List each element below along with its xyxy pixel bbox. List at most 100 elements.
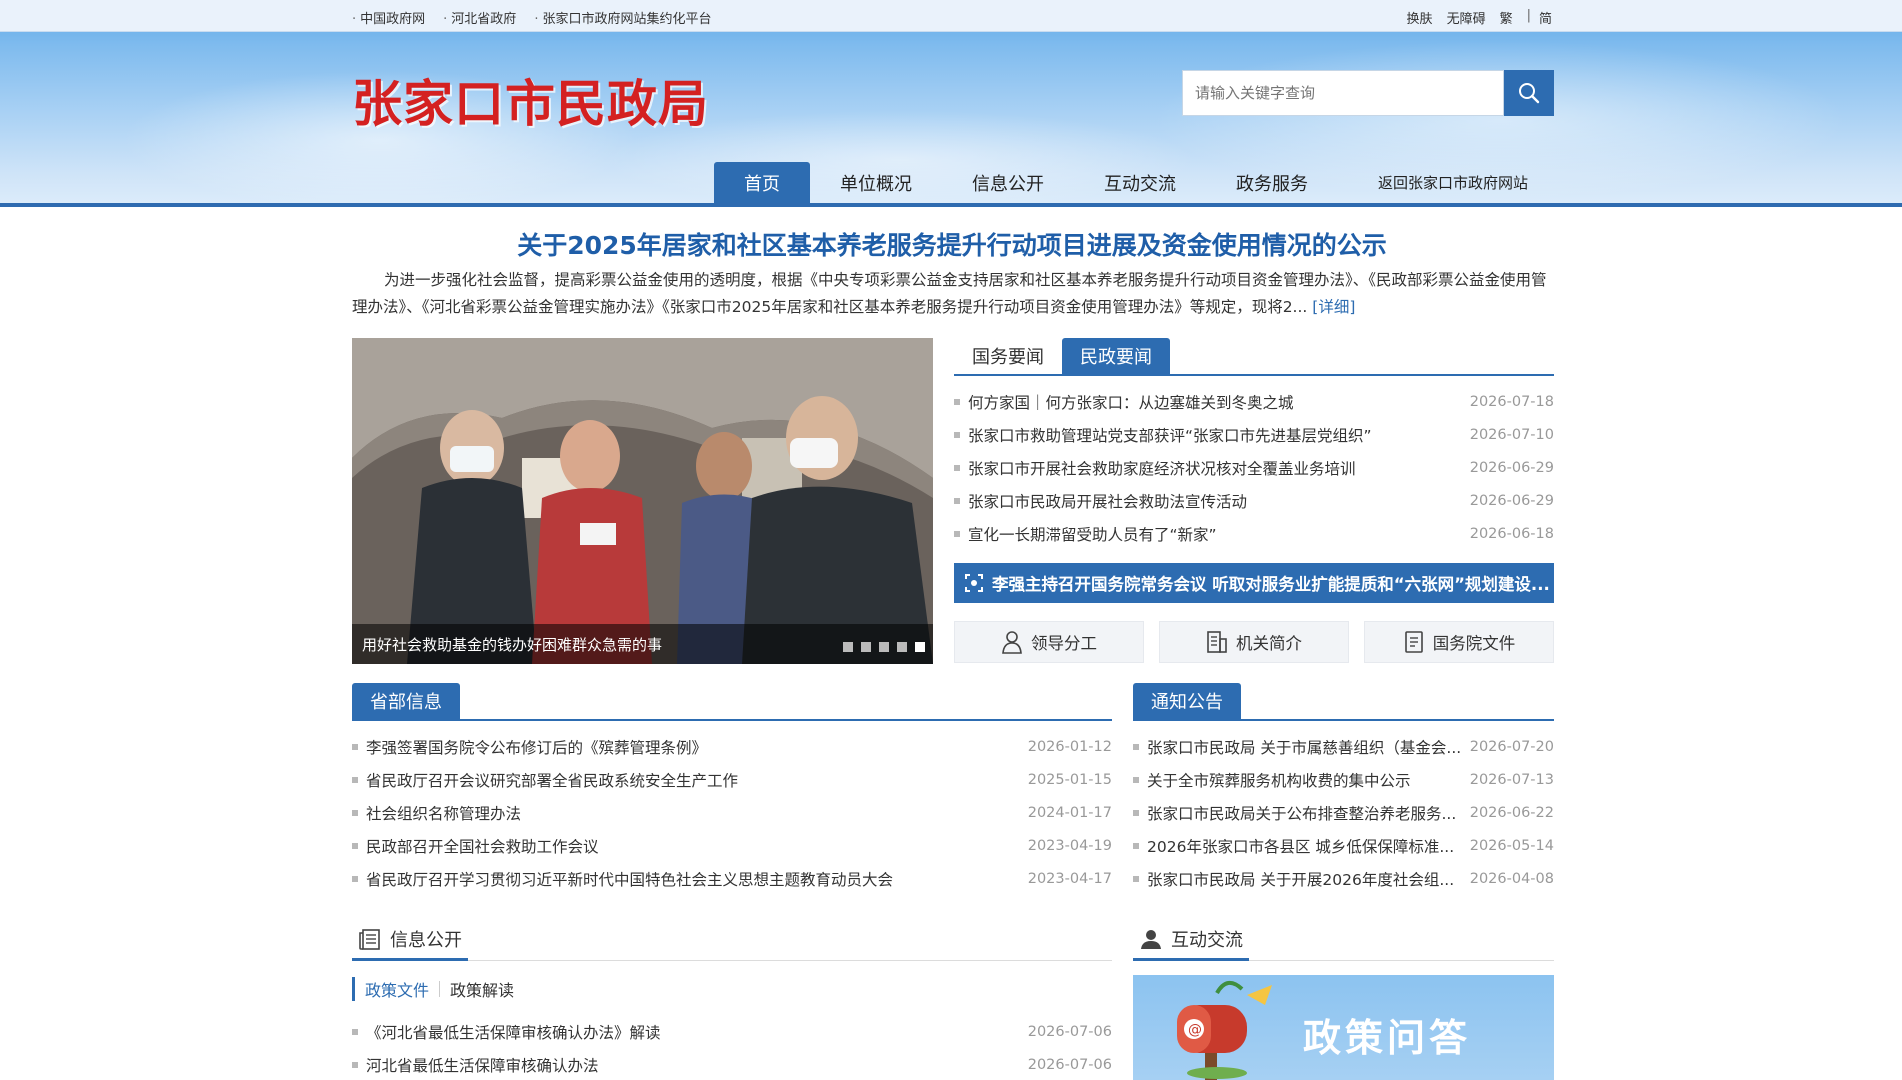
- slider-dot-active[interactable]: [915, 642, 925, 652]
- list-item-date: 2026-06-18: [1469, 525, 1554, 542]
- leadership-division-button[interactable]: 领导分工: [954, 621, 1144, 663]
- list-item[interactable]: 张家口市民政局关于公布排查整治养老服务... 2026-06-22: [1133, 796, 1554, 829]
- provincial-info-list: 李强签署国务院令公布修订后的《殡葬管理条例》 2026-01-12 省民政厅召开会…: [352, 730, 1112, 895]
- nav-gov-services[interactable]: 政务服务: [1206, 162, 1338, 203]
- list-item[interactable]: 张家口市开展社会救助家庭经济状况核对全覆盖业务培训 2026-06-29: [954, 451, 1554, 484]
- list-item-date: 2026-05-14: [1469, 837, 1554, 854]
- slider-dot[interactable]: [843, 642, 853, 652]
- list-item[interactable]: 张家口市民政局开展社会救助法宣传活动 2026-06-29: [954, 484, 1554, 517]
- nav-interaction[interactable]: 互动交流: [1074, 162, 1206, 203]
- simplified-chinese-link[interactable]: 简: [1539, 8, 1552, 27]
- list-item-date: 2026-07-10: [1469, 426, 1554, 443]
- interaction-title[interactable]: 互动交流: [1133, 919, 1249, 961]
- list-item[interactable]: 张家口市救助管理站党支部获评“张家口市先进基层党组织” 2026-07-10: [954, 418, 1554, 451]
- focus-icon: [965, 574, 983, 592]
- list-item[interactable]: 关于全市殡葬服务机构收费的集中公示 2026-07-13: [1133, 763, 1554, 796]
- list-item[interactable]: 宣化一长期滞留受助人员有了“新家” 2026-06-18: [954, 517, 1554, 550]
- list-item-title[interactable]: 省民政厅召开学习贯彻习近平新时代中国特色社会主义思想主题教育动员大会: [352, 868, 893, 890]
- info-open-subtabs: 政策文件 政策解读: [352, 977, 514, 1001]
- list-item-title[interactable]: 省民政厅召开会议研究部署全省民政系统安全生产工作: [352, 769, 738, 791]
- headline-summary-text: 为进一步强化社会监督，提高彩票公益金使用的透明度，根据《中央专项彩票公益金支持居…: [352, 271, 1547, 316]
- list-item-title[interactable]: 李强签署国务院令公布修订后的《殡葬管理条例》: [352, 736, 707, 758]
- tab-state-council-news[interactable]: 国务要闻: [954, 338, 1062, 374]
- interaction-label: 互动交流: [1171, 929, 1243, 951]
- list-item-title[interactable]: 河北省最低生活保障审核确认办法: [352, 1054, 599, 1076]
- list-item-title[interactable]: 民政部召开全国社会救助工作会议: [352, 835, 599, 857]
- list-item[interactable]: 民政部召开全国社会救助工作会议 2023-04-19: [352, 829, 1112, 862]
- accessibility-link[interactable]: 无障碍: [1447, 8, 1486, 27]
- list-item-date: 2026-01-12: [1027, 738, 1112, 755]
- list-item-title[interactable]: 张家口市民政局 关于开展2026年度社会组...: [1133, 868, 1454, 890]
- list-item-date: 2026-06-29: [1469, 459, 1554, 476]
- list-item-title[interactable]: 关于全市殡葬服务机构收费的集中公示: [1133, 769, 1411, 791]
- list-item[interactable]: 何方家国｜何方张家口：从边塞雄关到冬奥之城 2026-07-18: [954, 385, 1554, 418]
- list-item[interactable]: 河北省最低生活保障审核确认办法 2026-07-06: [352, 1048, 1112, 1080]
- link-gov-cn[interactable]: 中国政府网: [352, 8, 425, 27]
- state-council-docs-button[interactable]: 国务院文件: [1364, 621, 1554, 663]
- site-logo[interactable]: 张家口市民政局: [352, 64, 709, 136]
- nav-home[interactable]: 首页: [714, 162, 810, 203]
- notices-title[interactable]: 通知公告: [1133, 683, 1241, 719]
- list-item-title[interactable]: 张家口市民政局关于公布排查整治养老服务...: [1133, 802, 1456, 824]
- agency-intro-button[interactable]: 机关简介: [1159, 621, 1349, 663]
- nav-back-to-city-gov[interactable]: 返回张家口市政府网站: [1338, 162, 1558, 203]
- quick-link-label: 机关简介: [1236, 634, 1302, 653]
- policy-qa-banner[interactable]: @ 政策问答: [1133, 975, 1554, 1080]
- notices-list: 张家口市民政局 关于市属慈善组织（基金会... 2026-07-20 关于全市殡葬…: [1133, 730, 1554, 895]
- top-utility-bar: 中国政府网 河北省政府 张家口市政府网站集约化平台 换肤 无障碍 繁 | 简: [0, 0, 1902, 32]
- list-item[interactable]: 张家口市民政局 关于开展2026年度社会组... 2026-04-08: [1133, 862, 1554, 895]
- skin-link[interactable]: 换肤: [1407, 8, 1433, 27]
- slider-dot[interactable]: [861, 642, 871, 652]
- list-item-title[interactable]: 何方家国｜何方张家口：从边塞雄关到冬奥之城: [954, 391, 1294, 413]
- list-item-date: 2025-01-15: [1027, 771, 1112, 788]
- list-item[interactable]: 2026年张家口市各县区 城乡低保保障标准... 2026-05-14: [1133, 829, 1554, 862]
- list-item-title[interactable]: 张家口市民政局 关于市属慈善组织（基金会...: [1133, 736, 1461, 758]
- list-item-title[interactable]: 张家口市救助管理站党支部获评“张家口市先进基层党组织”: [954, 424, 1372, 446]
- slider-dot[interactable]: [879, 642, 889, 652]
- provincial-info-title[interactable]: 省部信息: [352, 683, 460, 719]
- search-input[interactable]: [1182, 70, 1504, 116]
- featured-banner[interactable]: 李强主持召开国务院常务会议 听取对服务业扩能提质和“六张网”规划建设...: [954, 563, 1554, 603]
- featured-banner-text: 李强主持召开国务院常务会议 听取对服务业扩能提质和“六张网”规划建设...: [992, 575, 1550, 594]
- news-list: 何方家国｜何方张家口：从边塞雄关到冬奥之城 2026-07-18 张家口市救助管理…: [954, 385, 1554, 550]
- list-item[interactable]: 李强签署国务院令公布修订后的《殡葬管理条例》 2026-01-12: [352, 730, 1112, 763]
- traditional-chinese-link[interactable]: 繁: [1500, 8, 1513, 27]
- policy-qa-title: 政策问答: [1303, 1016, 1472, 1060]
- list-item[interactable]: 省民政厅召开学习贯彻习近平新时代中国特色社会主义思想主题教育动员大会 2023-0…: [352, 862, 1112, 895]
- tab-policy-documents[interactable]: 政策文件: [352, 977, 439, 1001]
- search-box: [1182, 70, 1554, 116]
- slider-dot[interactable]: [897, 642, 907, 652]
- list-item[interactable]: 社会组织名称管理办法 2024-01-17: [352, 796, 1112, 829]
- link-hebei-gov[interactable]: 河北省政府: [443, 8, 516, 27]
- link-zjk-platform[interactable]: 张家口市政府网站集约化平台: [534, 8, 711, 27]
- svg-text:@: @: [1188, 1022, 1202, 1038]
- divider: |: [1526, 8, 1531, 23]
- list-item[interactable]: 省民政厅召开会议研究部署全省民政系统安全生产工作 2025-01-15: [352, 763, 1112, 796]
- list-document-icon: [359, 928, 380, 950]
- headline-title[interactable]: 关于2025年居家和社区基本养老服务提升行动项目进展及资金使用情况的公示: [352, 226, 1552, 262]
- list-item[interactable]: 张家口市民政局 关于市属慈善组织（基金会... 2026-07-20: [1133, 730, 1554, 763]
- header-divider: [0, 203, 1902, 207]
- headline-more-link[interactable]: [详细]: [1312, 298, 1355, 316]
- list-item-date: 2023-04-17: [1027, 870, 1112, 887]
- list-item-date: 2026-07-18: [1469, 393, 1554, 410]
- info-open-title[interactable]: 信息公开: [352, 919, 468, 961]
- main-nav: 首页 单位概况 信息公开 互动交流 政务服务 返回张家口市政府网站: [714, 162, 1558, 203]
- list-item-title[interactable]: 社会组织名称管理办法: [352, 802, 521, 824]
- nav-unit-overview[interactable]: 单位概况: [810, 162, 942, 203]
- provincial-info-header: 省部信息: [352, 683, 1112, 721]
- list-item-title[interactable]: 宣化一长期滞留受助人员有了“新家”: [954, 523, 1217, 545]
- nav-info-disclosure[interactable]: 信息公开: [942, 162, 1074, 203]
- list-item-title[interactable]: 张家口市开展社会救助家庭经济状况核对全覆盖业务培训: [954, 457, 1356, 479]
- document-icon: [1404, 631, 1423, 653]
- tab-policy-interpretation[interactable]: 政策解读: [440, 977, 514, 1001]
- list-item-date: 2023-04-19: [1027, 837, 1112, 854]
- list-item-title[interactable]: 2026年张家口市各县区 城乡低保保障标准...: [1133, 835, 1454, 857]
- photo-slider[interactable]: 用好社会救助基金的钱办好困难群众急需的事: [352, 338, 933, 664]
- tab-civil-affairs-news[interactable]: 民政要闻: [1062, 338, 1170, 374]
- list-item-title[interactable]: 《河北省最低生活保障审核确认办法》解读: [352, 1021, 661, 1043]
- list-item-title[interactable]: 张家口市民政局开展社会救助法宣传活动: [954, 490, 1247, 512]
- search-button[interactable]: [1504, 70, 1554, 116]
- info-open-header: 信息公开: [352, 919, 1112, 961]
- list-item[interactable]: 《河北省最低生活保障审核确认办法》解读 2026-07-06: [352, 1015, 1112, 1048]
